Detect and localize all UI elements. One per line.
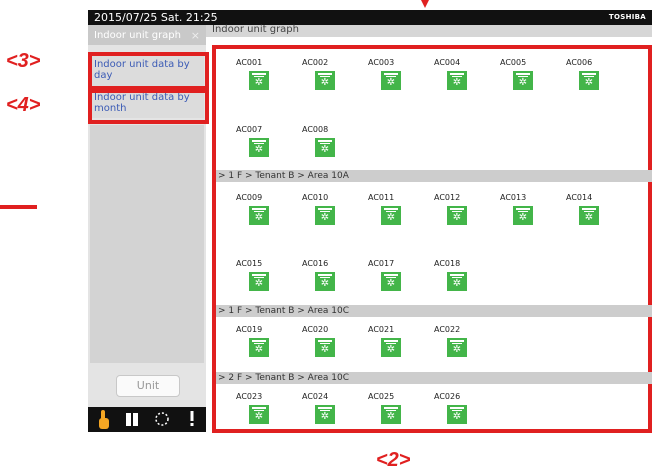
spinner-icon[interactable] [154,411,170,427]
unit-tile[interactable]: AC014 ✲ [562,193,606,227]
unit-label: AC022 [434,325,461,334]
air-conditioner-icon[interactable]: ✲ [447,405,467,424]
unit-label: AC003 [368,58,395,67]
unit-tile[interactable]: AC004 ✲ [430,58,474,92]
unit-tile[interactable]: AC011 ✲ [364,193,408,227]
unit-label: AC010 [302,193,329,202]
air-conditioner-icon[interactable]: ✲ [381,405,401,424]
unit-tile[interactable]: AC009 ✲ [232,193,276,227]
unit-label: AC018 [434,259,461,268]
unit-label: AC007 [236,125,263,134]
unit-label: AC017 [368,259,395,268]
close-icon[interactable]: × [191,29,200,42]
unit-tile[interactable]: AC023 ✲ [232,392,276,426]
unit-tile[interactable]: AC015 ✲ [232,259,276,293]
unit-tile[interactable]: AC017 ✲ [364,259,408,293]
air-conditioner-icon[interactable]: ✲ [513,71,533,90]
unit-label: AC001 [236,58,263,67]
air-conditioner-icon[interactable]: ✲ [447,71,467,90]
unit-label: AC020 [302,325,329,334]
unit-tile[interactable]: AC001 ✲ [232,58,276,92]
unit-label: AC004 [434,58,461,67]
unit-label: AC023 [236,392,263,401]
unit-label: AC021 [368,325,395,334]
datetime: 2015/07/25 Sat. 21:25 [94,11,218,24]
unit-tile[interactable]: AC010 ✲ [298,193,342,227]
air-conditioner-icon[interactable]: ✲ [249,405,269,424]
unit-label: AC006 [566,58,593,67]
air-conditioner-icon[interactable]: ✲ [315,138,335,157]
air-conditioner-icon[interactable]: ✲ [315,405,335,424]
unit-label: AC025 [368,392,395,401]
unit-label: AC016 [302,259,329,268]
annotation-pointer-line [0,205,37,209]
unit-label: AC011 [368,193,395,202]
air-conditioner-icon[interactable]: ✲ [249,272,269,291]
unit-label: AC005 [500,58,527,67]
unit-tile[interactable]: AC007 ✲ [232,125,276,159]
unit-label: AC014 [566,193,593,202]
air-conditioner-icon[interactable]: ✲ [381,272,401,291]
unit-tile[interactable]: AC006 ✲ [562,58,606,92]
unit-label: AC019 [236,325,263,334]
book-icon[interactable] [125,412,139,427]
unit-tile[interactable]: AC002 ✲ [298,58,342,92]
unit-grid: AC001 ✲ AC002 ✲ AC003 ✲ AC004 ✲ AC005 ✲ AC006 ✲ AC00… [216,0,652,474]
air-conditioner-icon[interactable]: ✲ [315,206,335,225]
air-conditioner-icon[interactable]: ✲ [249,71,269,90]
air-conditioner-icon[interactable]: ✲ [447,206,467,225]
air-conditioner-icon[interactable]: ✲ [315,71,335,90]
unit-tile[interactable]: AC018 ✲ [430,259,474,293]
unit-tile[interactable]: AC026 ✲ [430,392,474,426]
unit-label: AC002 [302,58,329,67]
annotation-box-3 [88,52,209,90]
unit-label: AC013 [500,193,527,202]
unit-tile[interactable]: AC022 ✲ [430,325,474,359]
unit-button[interactable]: Unit [116,375,180,397]
unit-label: AC026 [434,392,461,401]
air-conditioner-icon[interactable]: ✲ [381,206,401,225]
annotation-label-4: <4> [6,94,41,116]
hand-pointer-icon[interactable] [96,410,112,430]
unit-tile[interactable]: AC024 ✲ [298,392,342,426]
bottom-toolbar [88,407,206,432]
air-conditioner-icon[interactable]: ✲ [381,338,401,357]
air-conditioner-icon[interactable]: ✲ [249,206,269,225]
air-conditioner-icon[interactable]: ✲ [513,206,533,225]
tab-indoor-unit-graph[interactable]: Indoor unit graph × [88,25,206,45]
unit-tile[interactable]: AC008 ✲ [298,125,342,159]
unit-tile[interactable]: AC025 ✲ [364,392,408,426]
air-conditioner-icon[interactable]: ✲ [249,338,269,357]
unit-tile[interactable]: AC003 ✲ [364,58,408,92]
unit-tile[interactable]: AC020 ✲ [298,325,342,359]
air-conditioner-icon[interactable]: ✲ [579,71,599,90]
tab-label: Indoor unit graph [94,30,181,41]
unit-tile[interactable]: AC016 ✲ [298,259,342,293]
alert-icon[interactable] [188,411,196,427]
air-conditioner-icon[interactable]: ✲ [315,338,335,357]
sidebar-panel [90,125,204,363]
air-conditioner-icon[interactable]: ✲ [447,272,467,291]
unit-label: AC012 [434,193,461,202]
air-conditioner-icon[interactable]: ✲ [447,338,467,357]
unit-label: AC009 [236,193,263,202]
unit-tile[interactable]: AC005 ✲ [496,58,540,92]
unit-tile[interactable]: AC019 ✲ [232,325,276,359]
air-conditioner-icon[interactable]: ✲ [579,206,599,225]
air-conditioner-icon[interactable]: ✲ [249,138,269,157]
unit-label: AC008 [302,125,329,134]
unit-label: AC015 [236,259,263,268]
annotation-label-3: <3> [6,50,41,72]
air-conditioner-icon[interactable]: ✲ [381,71,401,90]
annotation-box-4 [88,89,209,124]
unit-tile[interactable]: AC013 ✲ [496,193,540,227]
unit-tile[interactable]: AC021 ✲ [364,325,408,359]
unit-label: AC024 [302,392,329,401]
air-conditioner-icon[interactable]: ✲ [315,272,335,291]
unit-tile[interactable]: AC012 ✲ [430,193,474,227]
